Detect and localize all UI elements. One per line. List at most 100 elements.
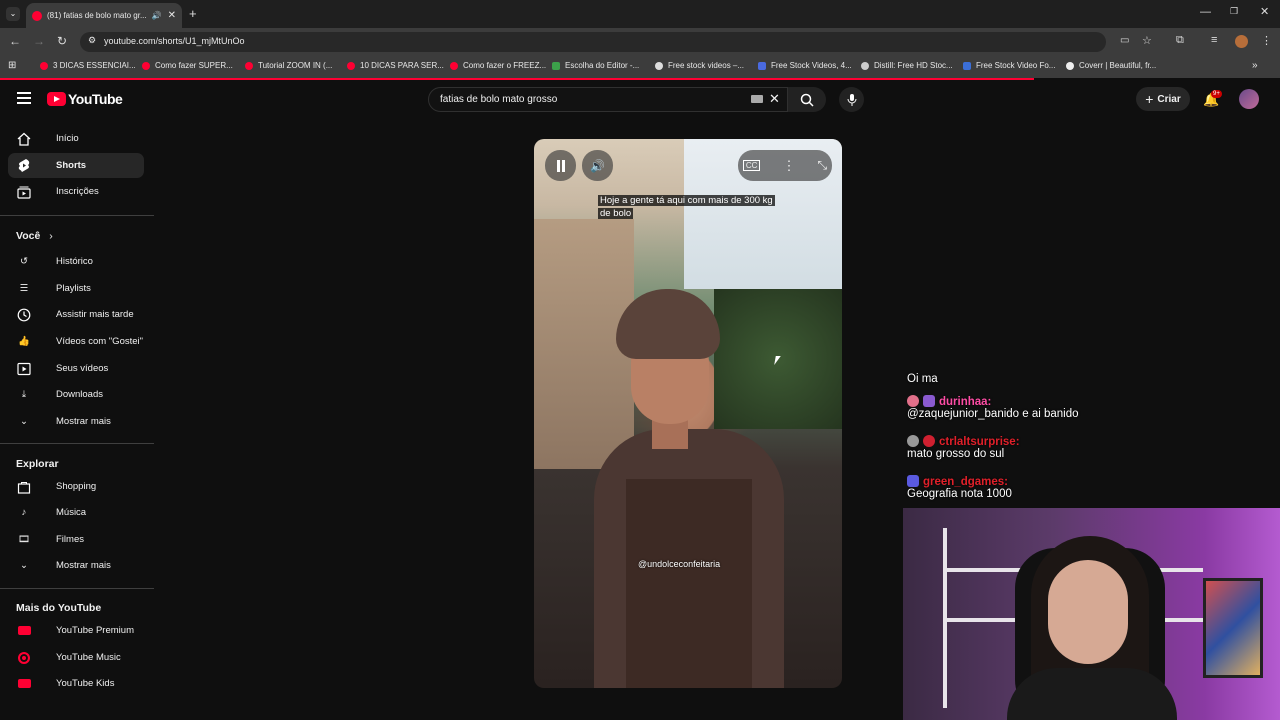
bookmark-star-icon[interactable]: ☆	[1142, 34, 1152, 47]
subscriber-badge-icon	[907, 395, 919, 407]
pause-icon	[556, 159, 565, 172]
doc-favicon-icon	[963, 61, 971, 70]
bookmark-item[interactable]: Coverr | Beautiful, fr...	[1066, 61, 1156, 70]
back-icon[interactable]: ←	[9, 34, 21, 48]
sidebar-item-musica[interactable]: ♪ Música	[8, 500, 144, 525]
search-button[interactable]	[788, 87, 826, 112]
chevron-down-icon: ⌄	[20, 416, 28, 427]
sidebar-item-assistir-mais-tarde[interactable]: Assistir mais tarde	[8, 302, 144, 327]
fullscreen-icon[interactable]: ⤡	[817, 158, 827, 173]
video-icon	[16, 361, 32, 377]
sidebar-item-mostrar-mais[interactable]: ⌄ Mostrar mais	[8, 409, 144, 434]
youtube-logo-text[interactable]: YouTube	[68, 91, 123, 107]
browser-tab[interactable]: (81) fatias de bolo mato gr... 🔊 ✕	[26, 3, 182, 28]
home-icon	[16, 131, 32, 147]
youtube-favicon-icon	[142, 61, 150, 70]
sidebar-item-seus-videos[interactable]: Seus vídeos	[8, 356, 144, 381]
section-heading-explorar: Explorar	[16, 458, 59, 470]
close-tab-icon[interactable]: ✕	[168, 10, 176, 21]
clock-icon	[16, 307, 32, 323]
search-input[interactable]: fatias de bolo mato grosso ✕	[428, 87, 788, 112]
minimize-icon[interactable]: —	[1200, 6, 1211, 18]
sidebar-item-mostrar-mais-explorar[interactable]: ⌄ Mostrar mais	[8, 553, 144, 578]
extensions-icon[interactable]: ⧉	[1176, 34, 1184, 47]
yt-premium-icon	[16, 623, 32, 639]
bookmark-item[interactable]: Free Stock Video Fo...	[963, 61, 1055, 70]
like-icon: 👍	[18, 336, 30, 347]
coverr-favicon-icon	[1066, 61, 1074, 70]
hamburger-menu-icon[interactable]	[17, 92, 31, 104]
sidebar-item-shorts[interactable]: Shorts	[8, 153, 144, 178]
captions-icon[interactable]: CC	[742, 160, 761, 171]
sidebar-divider	[0, 588, 154, 589]
bookmark-item[interactable]: Free Stock Videos, 4...	[758, 61, 852, 70]
sidebar-item-downloads[interactable]: ⤓ Downloads	[8, 382, 144, 407]
subscriber-badge-icon	[907, 435, 919, 447]
bag-icon	[16, 479, 32, 495]
video-watermark: @undolceconfeitaria	[638, 559, 721, 569]
shorts-video-player[interactable]	[534, 139, 842, 688]
create-button[interactable]: + Criar	[1136, 87, 1190, 111]
restore-icon[interactable]: ❐	[1230, 6, 1238, 17]
bookmark-item[interactable]: Distill: Free HD Stoc...	[861, 61, 953, 70]
bookmark-item[interactable]: Como fazer SUPER...	[142, 61, 233, 70]
sidebar-item-playlists[interactable]: ☰ Playlists	[8, 276, 144, 301]
music-icon: ♪	[21, 507, 27, 518]
bookmark-item[interactable]: 3 DICAS ESSENCIAI...	[40, 61, 136, 70]
account-avatar[interactable]	[1239, 89, 1259, 109]
bookmark-item[interactable]: 10 DICAS PARA SER...	[347, 61, 444, 70]
sidebar-item-filmes[interactable]: 🎞 Filmes	[8, 527, 144, 552]
volume-button[interactable]: 🔊	[582, 150, 613, 181]
sidebar-item-shopping[interactable]: Shopping	[8, 474, 144, 499]
youtube-favicon-icon	[32, 10, 42, 21]
media-icon[interactable]: ≡	[1211, 34, 1217, 46]
url-text: youtube.com/shorts/U1_mjMtUnOo	[104, 36, 245, 46]
bookmark-item[interactable]: Escolha do Editor -...	[552, 61, 639, 70]
forward-icon[interactable]: →	[33, 34, 45, 48]
install-icon[interactable]: ▭	[1120, 35, 1129, 46]
youtube-favicon-icon	[245, 61, 253, 70]
audio-icon[interactable]: 🔊	[152, 11, 162, 20]
bookmarks-bar: ⊞ 3 DICAS ESSENCIAI... Como fazer SUPER.…	[0, 56, 1280, 78]
videvo-favicon-icon	[758, 61, 766, 70]
clear-search-icon[interactable]: ✕	[769, 91, 780, 107]
sidebar-divider	[0, 443, 154, 444]
bookmark-item[interactable]: Como fazer o FREEZ...	[450, 61, 546, 70]
reload-icon[interactable]: ↻	[57, 34, 67, 48]
sidebar-item-youtube-music[interactable]: YouTube Music	[8, 645, 144, 670]
webcam-poster	[1203, 578, 1263, 678]
more-bookmarks-icon[interactable]: »	[1252, 60, 1258, 71]
player-controls-group: CC ⋮ ⤡	[738, 150, 832, 181]
sidebar-item-youtube-premium[interactable]: YouTube Premium	[8, 618, 144, 643]
new-tab-icon[interactable]: +	[189, 6, 197, 21]
section-heading-mais-do-youtube: Mais do YouTube	[16, 602, 102, 614]
sidebar-item-inscricoes[interactable]: Inscrições	[8, 179, 144, 204]
playlists-icon: ☰	[19, 283, 29, 294]
bookmark-item[interactable]: Free stock videos –...	[655, 61, 744, 70]
keyboard-icon[interactable]	[751, 95, 763, 103]
voice-search-button[interactable]	[839, 87, 864, 112]
sidebar-item-inicio[interactable]: Início	[8, 126, 144, 151]
section-heading-voce[interactable]: Você ›	[16, 230, 53, 242]
menu-icon[interactable]: ⋮	[1261, 34, 1272, 47]
distill-favicon-icon	[861, 61, 869, 70]
tab-search-icon[interactable]: ⌄	[6, 7, 20, 21]
sidebar-item-videos-gostei[interactable]: 👍 Vídeos com "Gostei"	[8, 329, 144, 354]
site-info-icon[interactable]: ⚙	[88, 35, 96, 46]
sidebar-item-historico[interactable]: ↺ Histórico	[8, 249, 144, 274]
more-options-icon[interactable]: ⋮	[782, 158, 795, 174]
search-icon	[800, 93, 814, 107]
close-window-icon[interactable]: ✕	[1260, 5, 1269, 18]
address-bar[interactable]: ⚙ youtube.com/shorts/U1_mjMtUnOo	[80, 32, 1106, 52]
video-caption: Hoje a gente tá aqui com mais de 300 kg …	[598, 195, 775, 219]
bookmark-item[interactable]: Tutorial ZOOM IN (...	[245, 61, 332, 70]
youtube-logo-icon[interactable]	[47, 92, 66, 106]
apps-icon[interactable]: ⊞	[8, 60, 16, 71]
chat-message: Oi ma	[907, 373, 938, 385]
sidebar-item-youtube-kids[interactable]: YouTube Kids	[8, 671, 144, 696]
profile-icon[interactable]	[1235, 35, 1248, 48]
youtube-favicon-icon	[347, 61, 355, 70]
chat-message: ctrlaltsurprise: mato grosso do sul	[907, 435, 1020, 460]
pause-button[interactable]	[545, 150, 576, 181]
notification-count-badge: 9+	[1211, 90, 1222, 98]
